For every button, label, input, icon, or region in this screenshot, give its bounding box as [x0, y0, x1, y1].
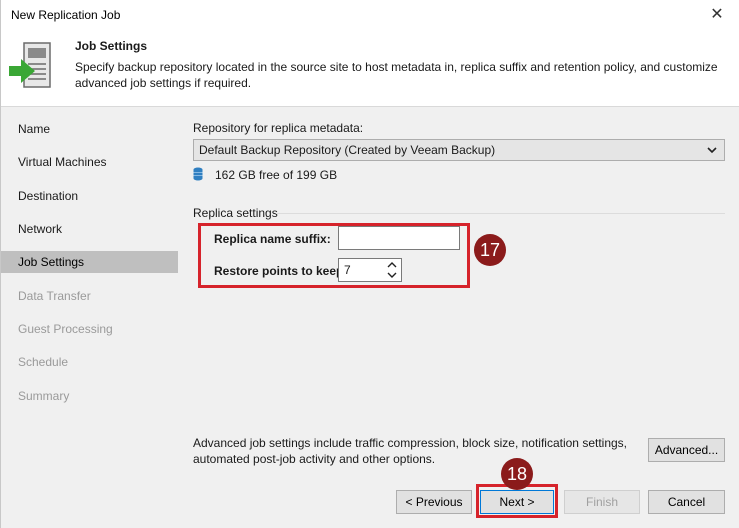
- sidebar-item-schedule: Schedule: [18, 355, 69, 369]
- sidebar-item-summary: Summary: [18, 389, 70, 403]
- step-callout-18: 18: [501, 458, 533, 490]
- chevron-down-icon: [707, 147, 717, 154]
- wizard-header: Job Settings Specify backup repository l…: [1, 30, 739, 107]
- sidebar-item-destination[interactable]: Destination: [1, 185, 178, 207]
- advanced-button[interactable]: Advanced...: [648, 438, 725, 462]
- header-description: Specify backup repository located in the…: [75, 60, 718, 90]
- database-icon: [193, 167, 203, 181]
- finish-button: Finish: [564, 490, 640, 514]
- close-icon: ✕: [710, 6, 724, 23]
- sidebar-item-virtual-machines[interactable]: Virtual Machines: [1, 151, 178, 173]
- header-title: Job Settings: [75, 39, 148, 53]
- new-replication-job-window: New Replication Job ✕ Job Settings Speci…: [0, 0, 739, 528]
- replication-job-icon: [9, 42, 51, 88]
- sidebar-item-name[interactable]: Name: [1, 118, 178, 140]
- close-button[interactable]: ✕: [694, 0, 739, 30]
- sidebar-item-data-transfer: Data Transfer: [18, 289, 91, 303]
- step-callout-17: 17: [474, 234, 506, 266]
- job-settings-panel: Repository for replica metadata: Default…: [182, 107, 739, 528]
- repository-label: Repository for replica metadata:: [193, 121, 364, 135]
- replica-settings-group-label: Replica settings: [193, 206, 278, 220]
- cancel-button[interactable]: Cancel: [648, 490, 725, 514]
- wizard-steps-sidebar: Name Virtual Machines Destination Networ…: [1, 107, 182, 528]
- advanced-settings-description: Advanced job settings include traffic co…: [193, 436, 628, 466]
- window-title: New Replication Job: [11, 8, 121, 22]
- repository-selected-value: Default Backup Repository (Created by Ve…: [199, 143, 496, 157]
- sidebar-item-job-settings[interactable]: Job Settings: [1, 251, 178, 273]
- replica-settings-highlight: [198, 223, 470, 288]
- repository-free-space: 162 GB free of 199 GB: [215, 168, 338, 182]
- sidebar-item-network[interactable]: Network: [1, 218, 178, 240]
- group-divider: [276, 213, 725, 214]
- title-bar: New Replication Job ✕: [1, 0, 739, 30]
- repository-dropdown[interactable]: Default Backup Repository (Created by Ve…: [193, 139, 725, 161]
- previous-button[interactable]: < Previous: [396, 490, 472, 514]
- sidebar-item-guest-processing: Guest Processing: [18, 322, 113, 336]
